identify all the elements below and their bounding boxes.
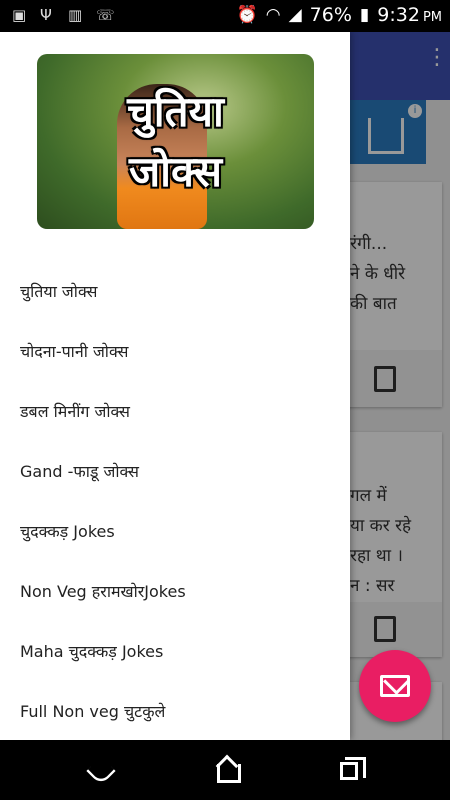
menu-item[interactable]: चुदक्कड़ Jokes: [20, 512, 340, 552]
missed-call-icon: ☏: [96, 6, 115, 24]
email-icon: [380, 675, 410, 697]
battery-icon: ▮: [359, 5, 370, 25]
menu-item[interactable]: Maha चुदक्कड़ Jokes: [20, 632, 340, 672]
menu-item[interactable]: Gand -फाडू जोक्स: [20, 452, 340, 492]
back-icon[interactable]: [86, 756, 116, 786]
menu-item[interactable]: चोदना-पानी जोक्स: [20, 332, 340, 372]
system-nav-bar: [0, 740, 450, 800]
signal-icon: ◢: [288, 5, 302, 25]
battery-percent: 76%: [309, 4, 352, 26]
home-icon[interactable]: [214, 758, 241, 784]
recents-icon[interactable]: [340, 757, 366, 780]
drawer-header-image: चुतिया जोक्स: [37, 54, 314, 229]
wifi-icon: ◠: [265, 5, 281, 25]
image-icon: ▣: [12, 6, 27, 24]
barcode-icon: ▥: [68, 6, 83, 24]
menu-item[interactable]: डबल मिनींग जोक्स: [20, 392, 340, 432]
menu-item[interactable]: चुतिया जोक्स: [20, 272, 340, 312]
header-title-line1: चुतिया: [127, 87, 224, 136]
header-title-line2: जोक्स: [128, 147, 223, 196]
menu-item[interactable]: Non Veg हरामखोरJokes: [20, 572, 340, 612]
clock: 9:32: [377, 4, 420, 26]
clock-ampm: PM: [422, 9, 442, 25]
usb-icon: Ψ: [40, 6, 52, 24]
menu-item[interactable]: Full Non veg चुटकुले: [20, 692, 340, 732]
status-bar: ▣ Ψ ▥ ☏ ⏰ ◠ ◢ 76% ▮ 9:32 PM: [0, 0, 450, 32]
email-fab[interactable]: [359, 650, 431, 722]
alarm-icon: ⏰: [236, 5, 258, 25]
navigation-drawer: चुतिया जोक्स चुतिया जोक्स चोदना-पानी जोक…: [0, 32, 350, 740]
